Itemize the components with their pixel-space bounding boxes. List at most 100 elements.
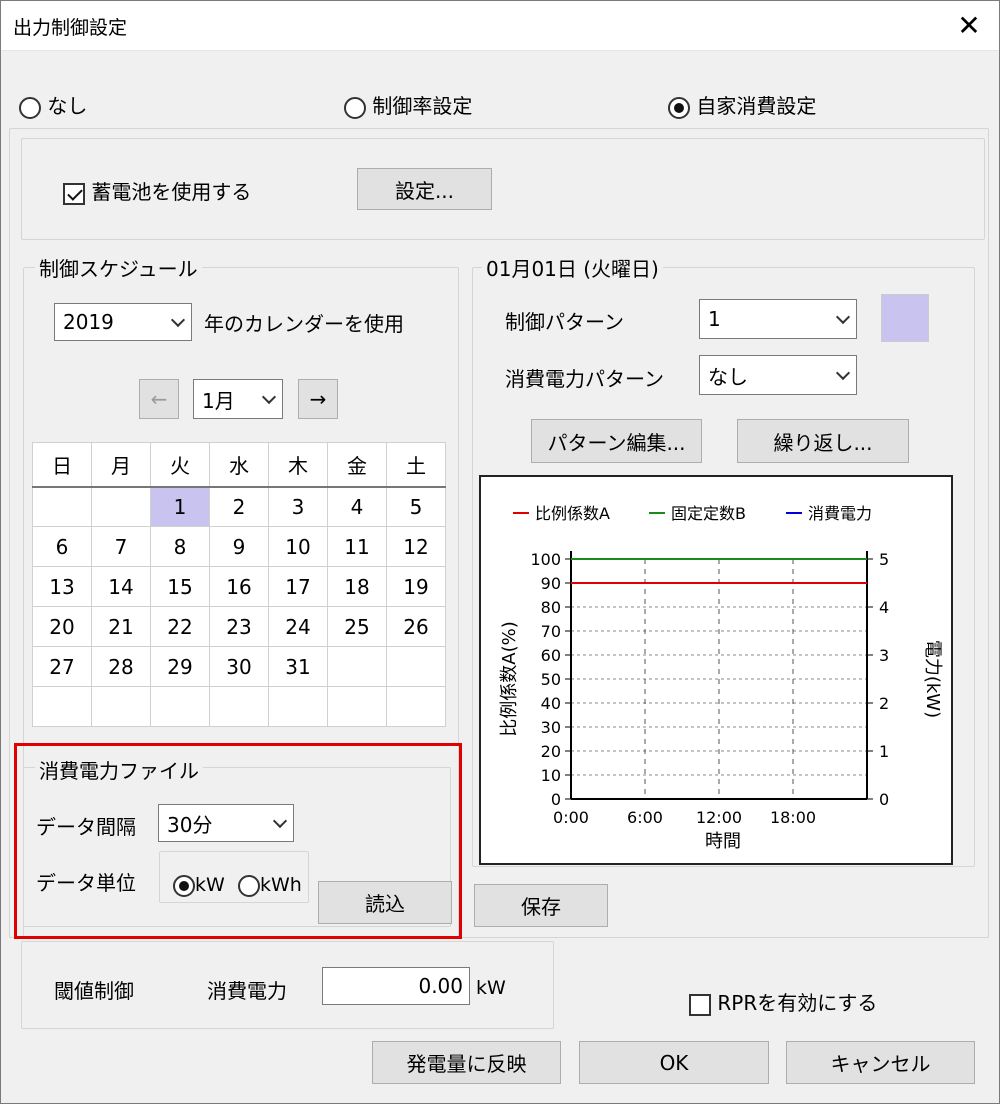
y-left-tick-label: 70 xyxy=(541,622,561,641)
weekday-header: 火 xyxy=(150,442,210,488)
calendar-day[interactable]: 31 xyxy=(268,646,328,687)
calendar-day[interactable]: 12 xyxy=(386,526,446,567)
save-button[interactable]: 保存 xyxy=(474,884,608,927)
radio-none-circle[interactable] xyxy=(19,96,41,119)
calendar-day[interactable]: 19 xyxy=(386,566,446,607)
calendar-day[interactable]: 7 xyxy=(91,526,151,567)
calendar-day[interactable]: 10 xyxy=(268,526,328,567)
calendar-empty-cell xyxy=(209,686,269,727)
window-title: 出力制御設定 xyxy=(13,17,128,39)
calendar-empty-cell xyxy=(150,686,210,727)
rpr-checkbox-label: RPRを有効にする xyxy=(717,991,878,1015)
repeat-button[interactable]: 繰り返し... xyxy=(737,419,909,463)
month-select[interactable]: 1月 xyxy=(193,379,283,419)
calendar-day[interactable]: 3 xyxy=(268,486,328,527)
ok-button[interactable]: OK xyxy=(579,1041,769,1084)
threshold-unit: kW xyxy=(476,977,506,999)
y-right-tick-label: 3 xyxy=(879,646,889,665)
consumption-pattern-select[interactable]: なし xyxy=(699,355,857,395)
radio-self-consumption-label: 自家消費設定 xyxy=(696,94,817,118)
rpr-checkbox-box[interactable] xyxy=(689,993,711,1016)
control-pattern-value: 1 xyxy=(708,307,721,331)
close-icon[interactable]: ✕ xyxy=(949,9,989,43)
calendar-day[interactable]: 17 xyxy=(268,566,328,607)
threshold-label: 閾値制御 xyxy=(54,979,134,1003)
threshold-power-input[interactable]: 0.00 xyxy=(322,967,470,1005)
battery-checkbox-box[interactable] xyxy=(63,182,85,205)
y-left-axis-label: 比例係数A(%) xyxy=(499,621,520,736)
calendar-day[interactable]: 15 xyxy=(150,566,210,607)
threshold-power-label: 消費電力 xyxy=(207,979,287,1003)
calendar-grid: 日月火水木金土 1 2 3 4 5 6 7 8 9 10 11 12 13 14 15 16 17 18 19 20 2… xyxy=(32,442,446,727)
calendar-day[interactable]: 18 xyxy=(327,566,387,607)
weekday-header: 金 xyxy=(327,442,387,488)
calendar-day[interactable]: 1 xyxy=(150,486,210,527)
line-chart: 比例係数A 固定定数B 消費電力 0 10 20 30 40 50 60 70 80 90 100 0 1 2 3… xyxy=(499,504,943,852)
y-right-tick-label: 5 xyxy=(879,550,889,569)
calendar-empty-cell xyxy=(327,646,387,687)
y-left-tick-label: 60 xyxy=(541,646,561,665)
calendar-day[interactable]: 28 xyxy=(91,646,151,687)
calendar-day[interactable]: 29 xyxy=(150,646,210,687)
control-pattern-label: 制御パターン xyxy=(505,310,624,334)
calendar-day[interactable]: 8 xyxy=(150,526,210,567)
radio-control-rate-circle[interactable] xyxy=(344,96,366,119)
calendar-day[interactable]: 9 xyxy=(209,526,269,567)
calendar-day[interactable]: 21 xyxy=(91,606,151,647)
y-left-tick-label: 0 xyxy=(551,790,561,809)
x-tick-label: 12:00 xyxy=(696,808,742,827)
cancel-button[interactable]: キャンセル xyxy=(786,1041,975,1084)
apply-to-generation-button[interactable]: 発電量に反映 xyxy=(372,1041,561,1084)
weekday-header: 月 xyxy=(91,442,151,488)
calendar-empty-cell xyxy=(386,646,446,687)
calendar-day[interactable]: 25 xyxy=(327,606,387,647)
calendar-empty-cell xyxy=(91,486,151,527)
calendar-day[interactable]: 30 xyxy=(209,646,269,687)
calendar-empty-cell xyxy=(386,686,446,727)
radio-self-consumption-circle[interactable] xyxy=(668,96,690,119)
radio-control-rate[interactable]: 制御率設定 xyxy=(344,90,472,119)
next-month-button[interactable]: → xyxy=(298,379,338,419)
radio-self-consumption[interactable]: 自家消費設定 xyxy=(668,90,816,119)
y-right-axis-label: 電力(kW) xyxy=(922,640,943,718)
calendar-empty-cell xyxy=(91,686,151,727)
y-left-tick-label: 100 xyxy=(530,550,561,569)
radio-control-rate-label: 制御率設定 xyxy=(372,94,473,118)
calendar-day[interactable]: 20 xyxy=(32,606,92,647)
calendar-day[interactable]: 2 xyxy=(209,486,269,527)
calendar-empty-cell xyxy=(32,686,92,727)
battery-settings-button[interactable]: 設定... xyxy=(357,168,492,210)
title-bar: 出力制御設定 ✕ xyxy=(1,1,999,51)
calendar-day[interactable]: 16 xyxy=(209,566,269,607)
x-tick-label: 0:00 xyxy=(553,808,589,827)
calendar-day[interactable]: 27 xyxy=(32,646,92,687)
rpr-checkbox[interactable]: RPRを有効にする xyxy=(689,987,877,1016)
calendar-day[interactable]: 6 xyxy=(32,526,92,567)
calendar-day[interactable]: 11 xyxy=(327,526,387,567)
calendar-day[interactable]: 22 xyxy=(150,606,210,647)
y-right-tick-label: 4 xyxy=(879,598,889,617)
calendar-empty-cell xyxy=(327,686,387,727)
calendar-day[interactable]: 5 xyxy=(386,486,446,527)
calendar-day[interactable]: 26 xyxy=(386,606,446,647)
schedule-group-title: 制御スケジュール xyxy=(35,253,202,282)
legend-label: 消費電力 xyxy=(808,504,872,523)
calendar-day[interactable]: 4 xyxy=(327,486,387,527)
calendar-day[interactable]: 14 xyxy=(91,566,151,607)
calendar-day[interactable]: 23 xyxy=(209,606,269,647)
radio-none[interactable]: なし xyxy=(19,90,87,119)
calendar-day[interactable]: 24 xyxy=(268,606,328,647)
year-select[interactable]: 2019 xyxy=(54,303,192,341)
pattern-color-swatch xyxy=(881,294,929,342)
control-pattern-select[interactable]: 1 xyxy=(699,299,857,339)
battery-checkbox[interactable]: 蓄電池を使用する xyxy=(63,176,251,205)
pattern-edit-button[interactable]: パターン編集... xyxy=(531,419,702,463)
month-select-value: 1月 xyxy=(202,388,235,413)
weekday-header: 水 xyxy=(209,442,269,488)
calendar-day[interactable]: 13 xyxy=(32,566,92,607)
prev-month-button[interactable]: ← xyxy=(139,379,179,419)
consumption-pattern-value: なし xyxy=(708,364,748,389)
chevron-down-icon xyxy=(170,312,186,328)
weekday-header: 木 xyxy=(268,442,328,488)
y-right-tick-label: 2 xyxy=(879,694,889,713)
